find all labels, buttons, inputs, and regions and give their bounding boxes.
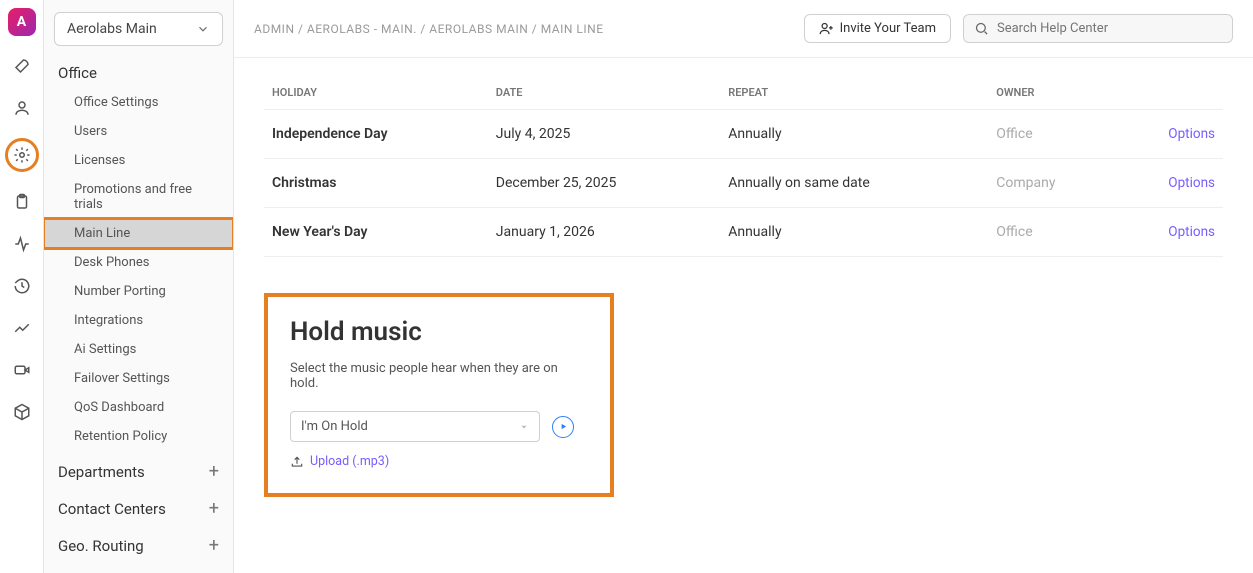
history-icon[interactable] — [10, 274, 34, 298]
cell-repeat: Annually — [720, 110, 988, 159]
cell-date: January 1, 2026 — [488, 208, 720, 257]
cell-repeat: Annually on same date — [720, 159, 988, 208]
cell-owner: Company — [988, 159, 1116, 208]
departments-label: Departments — [58, 463, 145, 481]
upload-label: Upload (.mp3) — [310, 454, 389, 469]
sidebar-item-licenses[interactable]: Licenses — [44, 146, 233, 175]
user-icon[interactable] — [10, 96, 34, 120]
hold-music-select[interactable]: I'm On Hold — [290, 411, 540, 442]
cell-holiday: New Year's Day — [264, 208, 488, 257]
play-button[interactable] — [552, 416, 574, 438]
invite-label: Invite Your Team — [840, 21, 936, 36]
upload-icon — [290, 455, 304, 469]
table-row: Independence Day July 4, 2025 Annually O… — [264, 110, 1223, 159]
sidebar-item-users[interactable]: Users — [44, 117, 233, 146]
section-geo-routing[interactable]: Geo. Routing + — [44, 525, 233, 562]
upload-mp3-link[interactable]: Upload (.mp3) — [290, 454, 588, 469]
options-link[interactable]: Options — [1168, 224, 1215, 240]
icon-rail: A — [0, 0, 44, 573]
table-row: Christmas December 25, 2025 Annually on … — [264, 159, 1223, 208]
activity-icon[interactable] — [10, 232, 34, 256]
add-geo-routing-button[interactable]: + — [209, 535, 219, 556]
play-icon — [559, 422, 568, 431]
workspace-label: Aerolabs Main — [67, 21, 157, 37]
sidebar-item-desk-phones[interactable]: Desk Phones — [44, 248, 233, 277]
section-office[interactable]: Office — [44, 54, 233, 88]
table-row: New Year's Day January 1, 2026 Annually … — [264, 208, 1223, 257]
holidays-table: HOLIDAY DATE REPEAT OWNER Independence D… — [264, 76, 1223, 257]
app-logo[interactable]: A — [8, 8, 36, 36]
th-date: DATE — [488, 76, 720, 110]
cell-owner: Office — [988, 110, 1116, 159]
section-contact-centers[interactable]: Contact Centers + — [44, 488, 233, 525]
sidebar-item-failover[interactable]: Failover Settings — [44, 364, 233, 393]
sidebar: Aerolabs Main Office Office Settings Use… — [44, 0, 234, 573]
hold-music-title: Hold music — [290, 317, 588, 347]
clipboard-icon[interactable] — [10, 190, 34, 214]
cell-owner: Office — [988, 208, 1116, 257]
sidebar-item-main-line[interactable]: Main Line — [44, 219, 233, 248]
search-icon — [974, 21, 989, 36]
sidebar-item-ai-settings[interactable]: Ai Settings — [44, 335, 233, 364]
contactcenters-label: Contact Centers — [58, 500, 166, 518]
main-area: ADMIN / AEROLABS - MAIN. / AEROLABS MAIN… — [234, 0, 1253, 573]
breadcrumb: ADMIN / AEROLABS - MAIN. / AEROLABS MAIN… — [254, 22, 792, 36]
options-link[interactable]: Options — [1168, 126, 1215, 142]
georouting-label: Geo. Routing — [58, 537, 144, 555]
sidebar-item-integrations[interactable]: Integrations — [44, 306, 233, 335]
hold-music-section: Hold music Select the music people hear … — [264, 293, 614, 497]
th-holiday: HOLIDAY — [264, 76, 488, 110]
add-contact-center-button[interactable]: + — [209, 498, 219, 519]
cell-repeat: Annually — [720, 208, 988, 257]
hold-music-desc: Select the music people hear when they a… — [290, 361, 588, 391]
cell-holiday: Independence Day — [264, 110, 488, 159]
search-input[interactable] — [997, 21, 1222, 36]
th-repeat: REPEAT — [720, 76, 988, 110]
sidebar-item-number-porting[interactable]: Number Porting — [44, 277, 233, 306]
search-help-box[interactable] — [963, 14, 1233, 43]
rocket-icon[interactable] — [10, 54, 34, 78]
section-departments[interactable]: Departments + — [44, 451, 233, 488]
invite-team-button[interactable]: Invite Your Team — [804, 14, 951, 43]
user-plus-icon — [819, 21, 834, 36]
topbar: ADMIN / AEROLABS - MAIN. / AEROLABS MAIN… — [234, 0, 1253, 58]
sidebar-item-promotions[interactable]: Promotions and free trials — [44, 175, 233, 219]
workspace-selector[interactable]: Aerolabs Main — [54, 12, 223, 46]
add-department-button[interactable]: + — [209, 461, 219, 482]
cell-date: December 25, 2025 — [488, 159, 720, 208]
cell-date: July 4, 2025 — [488, 110, 720, 159]
sidebar-item-qos[interactable]: QoS Dashboard — [44, 393, 233, 422]
options-link[interactable]: Options — [1168, 175, 1215, 191]
hold-music-value: I'm On Hold — [301, 419, 368, 434]
sidebar-item-retention[interactable]: Retention Policy — [44, 422, 233, 451]
th-owner: OWNER — [988, 76, 1116, 110]
sidebar-item-office-settings[interactable]: Office Settings — [44, 88, 233, 117]
video-icon[interactable] — [10, 358, 34, 382]
cube-icon[interactable] — [10, 400, 34, 424]
content-scroll: HOLIDAY DATE REPEAT OWNER Independence D… — [234, 58, 1253, 573]
gear-icon[interactable] — [5, 138, 39, 172]
chevron-down-icon — [196, 22, 210, 36]
trend-icon[interactable] — [10, 316, 34, 340]
dropdown-triangle-icon — [519, 422, 529, 432]
cell-holiday: Christmas — [264, 159, 488, 208]
